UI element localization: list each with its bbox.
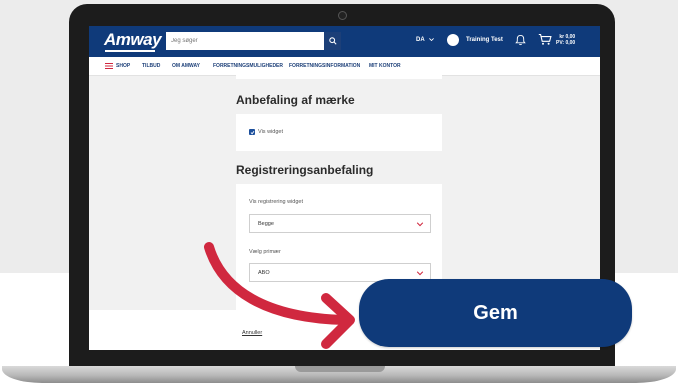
save-button[interactable]: Gem — [359, 279, 632, 347]
